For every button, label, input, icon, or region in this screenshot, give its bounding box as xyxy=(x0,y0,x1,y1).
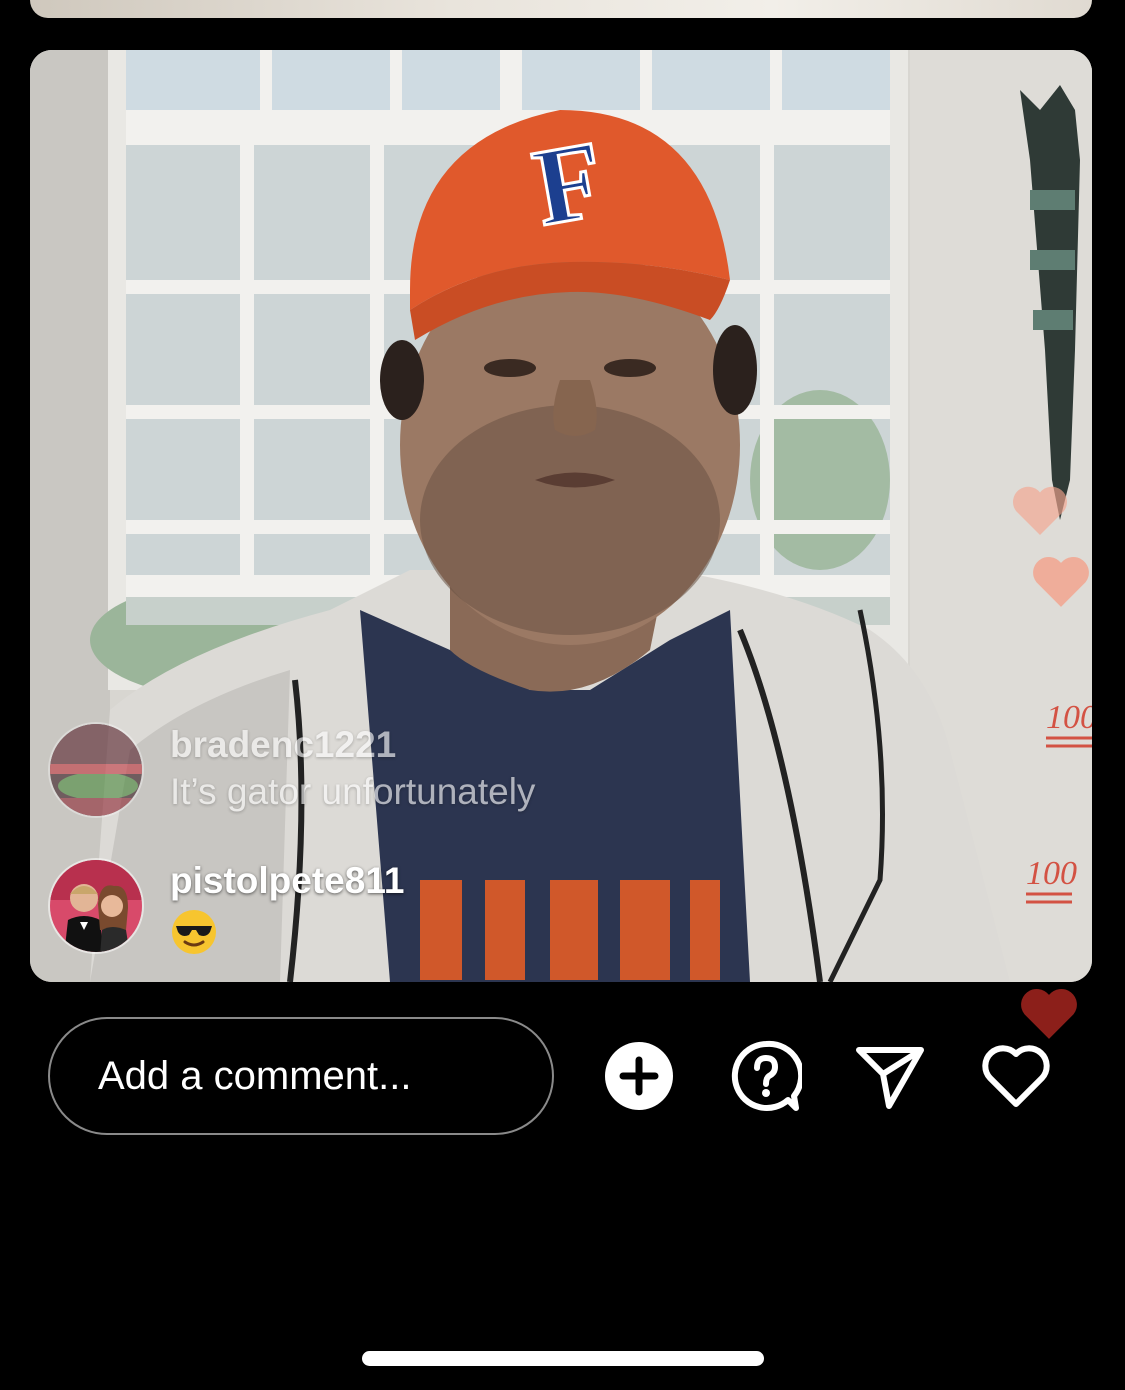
live-comment: pistolpete811 xyxy=(48,858,404,968)
comment-message xyxy=(170,904,404,968)
hundred-points-reaction: 100 xyxy=(1042,694,1092,757)
comment-input[interactable]: Add a comment... xyxy=(48,1017,554,1135)
comment-username[interactable]: bradenc1221 xyxy=(170,722,535,768)
couple-avatar[interactable] xyxy=(48,858,144,954)
svg-text:100: 100 xyxy=(1026,855,1077,892)
hundred-points-reaction: 100 xyxy=(1022,850,1078,915)
comment-message: It’s gator unfortunately xyxy=(170,771,536,812)
heart-reaction xyxy=(1021,988,1077,1039)
heart-icon[interactable] xyxy=(980,1040,1052,1112)
heart-reaction xyxy=(1033,556,1089,607)
question-icon[interactable] xyxy=(730,1040,805,1112)
home-indicator[interactable] xyxy=(362,1351,764,1366)
add-icon[interactable] xyxy=(603,1040,675,1112)
svg-text:100: 100 xyxy=(1046,699,1092,736)
heart-reaction xyxy=(1012,486,1068,535)
stadium-avatar[interactable] xyxy=(48,722,144,818)
sunglasses-emoji-icon xyxy=(172,910,216,954)
comment-placeholder: Add a comment... xyxy=(98,1053,412,1098)
live-comment: bradenc1221 It’s gator unfortunately xyxy=(48,722,535,818)
live-video-frame: F xyxy=(30,50,1092,982)
live-video[interactable]: F 100 100 bradenc1221 It’s gator unfortu… xyxy=(30,50,1092,982)
previous-live-video xyxy=(30,0,1092,18)
comment-username[interactable]: pistolpete811 xyxy=(170,858,404,904)
send-icon[interactable] xyxy=(855,1040,927,1112)
